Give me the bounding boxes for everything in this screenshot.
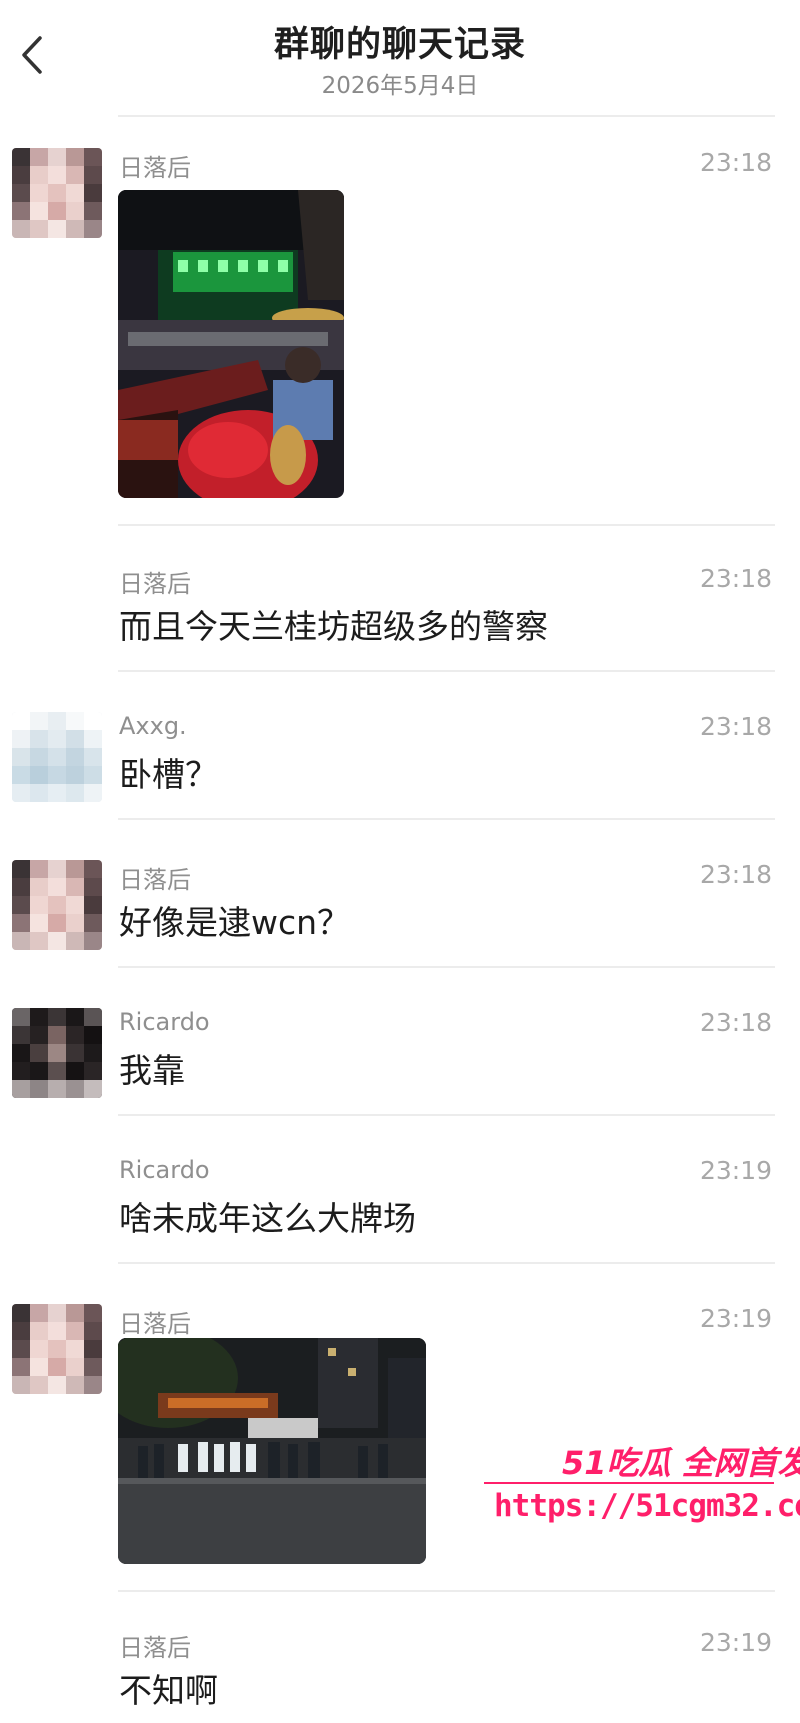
divider	[118, 1262, 775, 1264]
message-time: 23:18	[699, 1008, 772, 1037]
message-text: 卧槽？	[119, 755, 218, 794]
avatar[interactable]	[12, 1304, 102, 1394]
message-text: 而且今天兰桂坊超级多的警察	[119, 607, 548, 646]
message-time: 23:18	[699, 148, 772, 177]
divider	[118, 670, 775, 672]
sender-name: 日落后	[119, 570, 191, 598]
header-bar: 群聊的聊天记录 2026年5月4日	[0, 0, 800, 115]
chat-message: Ricardo 23:18 我靠	[0, 1008, 800, 1098]
sender-name: Ricardo	[119, 1156, 210, 1184]
divider	[118, 818, 775, 820]
avatar[interactable]	[12, 712, 102, 802]
message-time: 23:18	[699, 564, 772, 593]
watermark-line	[484, 1482, 774, 1484]
sender-name: 日落后	[119, 1634, 191, 1662]
chat-message: 日落后 23:18 好像是逮wcn？	[0, 860, 800, 950]
watermark-url: https://51cgm32.com	[494, 1488, 800, 1524]
chat-message: 日落后 23:18 而且今天兰桂坊超级多的警察	[0, 564, 800, 654]
divider	[118, 524, 775, 526]
chat-message: 日落后 23:18	[0, 148, 800, 518]
sender-name: Ricardo	[119, 1008, 210, 1036]
message-time: 23:18	[699, 860, 772, 889]
message-text: 啥未成年这么大牌场	[119, 1199, 416, 1238]
message-text: 好像是逮wcn？	[119, 903, 351, 942]
message-time: 23:19	[699, 1304, 772, 1333]
page-date: 2026年5月4日	[321, 73, 479, 99]
chat-message: 日落后 23:19 不知啊	[0, 1628, 800, 1718]
message-text: 不知啊	[119, 1671, 218, 1710]
chat-message: Axxg. 23:18 卧槽？	[0, 712, 800, 802]
message-text: 我靠	[119, 1051, 185, 1090]
chat-image[interactable]	[118, 190, 344, 498]
page-title: 群聊的聊天记录	[273, 25, 526, 65]
sender-name: 日落后	[119, 154, 191, 182]
avatar[interactable]	[12, 148, 102, 238]
divider	[118, 966, 775, 968]
divider	[118, 1114, 775, 1116]
avatar[interactable]	[12, 860, 102, 950]
message-time: 23:19	[699, 1628, 772, 1657]
divider	[118, 1590, 775, 1592]
sender-name: Axxg.	[119, 712, 187, 740]
divider	[118, 115, 775, 117]
chat-message: Ricardo 23:19 啥未成年这么大牌场	[0, 1156, 800, 1246]
message-time: 23:18	[699, 712, 772, 741]
sender-name: 日落后	[119, 866, 191, 894]
sender-name: 日落后	[119, 1310, 191, 1338]
watermark-brand: 51吃瓜 全网首发	[562, 1444, 800, 1482]
message-time: 23:19	[699, 1156, 772, 1185]
watermark: 51吃瓜 全网首发 https://51cgm32.com	[484, 1438, 800, 1538]
avatar[interactable]	[12, 1008, 102, 1098]
chat-image[interactable]	[118, 1338, 426, 1564]
